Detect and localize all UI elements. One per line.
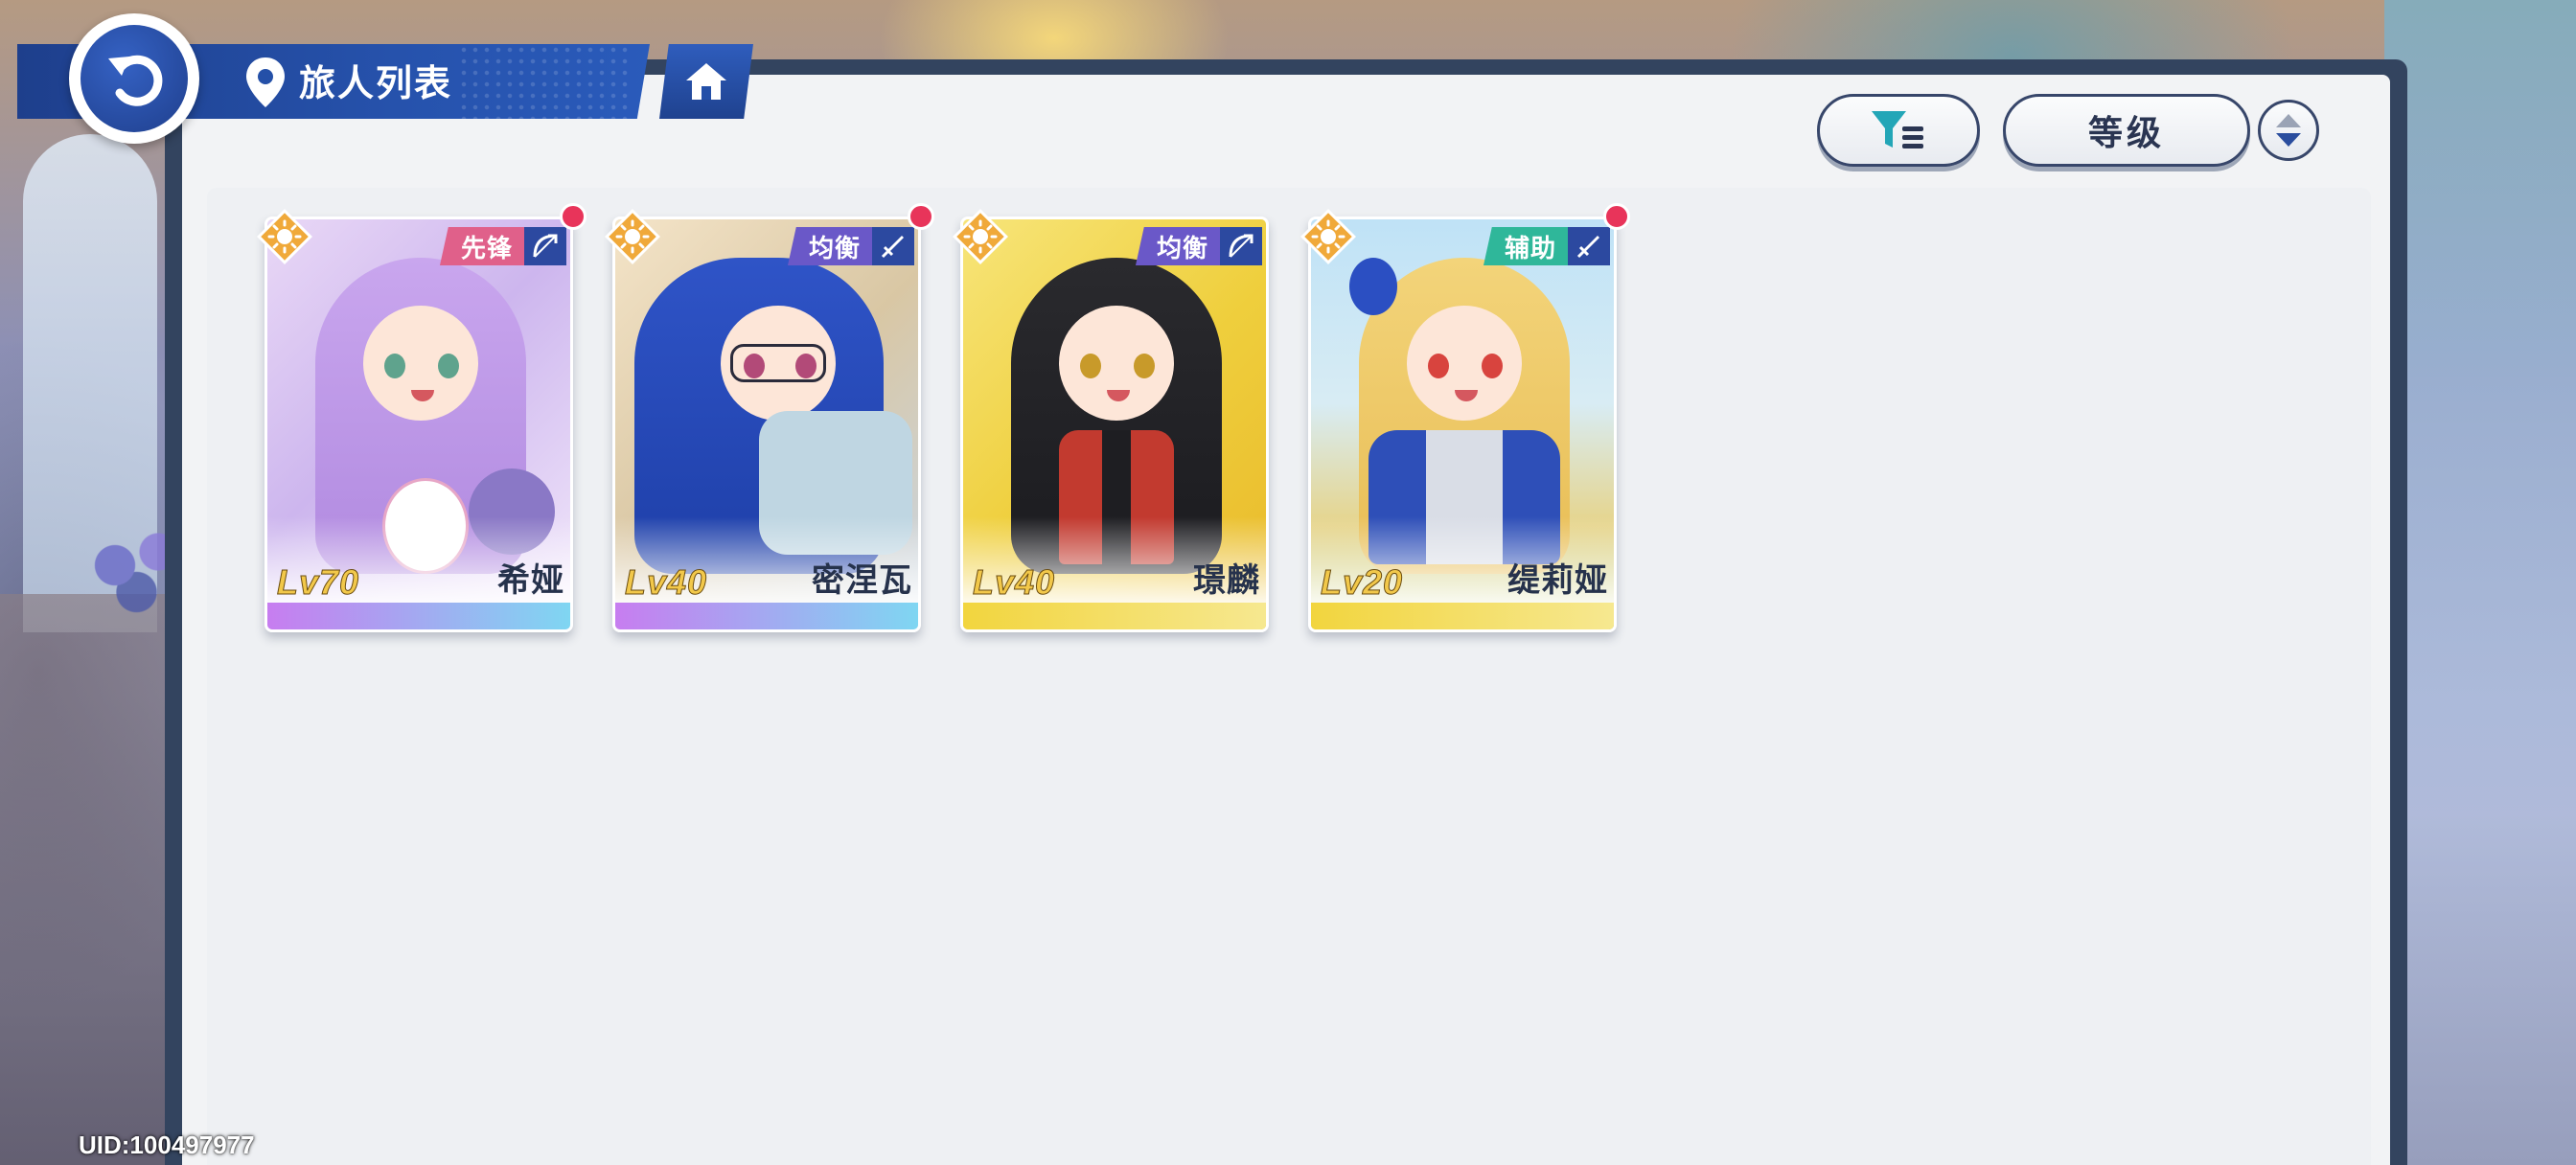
background-wall	[0, 594, 182, 1165]
character-name: 璟麟	[1193, 561, 1260, 600]
card-frame: Lv40 密涅瓦 均衡	[612, 217, 921, 632]
role-tag: 均衡	[1135, 227, 1220, 265]
sort-by-label: 等级	[2087, 114, 2165, 153]
character-level: Lv40	[972, 562, 1056, 603]
user-id-label: UID:100497977	[79, 1131, 255, 1159]
notification-dot	[560, 203, 586, 230]
sword-icon	[881, 236, 904, 259]
card-frame: Lv40 璟麟 均衡	[960, 217, 1269, 632]
sun-element-icon	[953, 209, 1008, 264]
filter-button[interactable]	[1817, 94, 1980, 167]
character-card[interactable]: Lv20 缇莉娅 辅助	[1300, 203, 1630, 632]
character-name: 希娅	[497, 561, 564, 600]
notification-dot	[1603, 203, 1630, 230]
character-level: Lv20	[1320, 562, 1404, 603]
sword-icon	[1576, 236, 1599, 259]
rarity-bar	[1311, 603, 1614, 629]
weapon-tag	[1220, 227, 1262, 265]
character-name: 密涅瓦	[812, 561, 912, 600]
page-title: 旅人列表	[299, 62, 453, 104]
sun-element-icon	[1300, 209, 1356, 264]
character-card[interactable]: Lv40 璟麟 均衡	[953, 209, 1269, 632]
home-button[interactable]	[659, 44, 753, 119]
bow-icon	[533, 234, 558, 258]
card-frame: Lv70 希娅 先锋	[264, 217, 573, 632]
character-card[interactable]: Lv40 密涅瓦 均衡	[605, 203, 934, 632]
sun-element-icon	[605, 209, 660, 264]
card-frame: Lv20 缇莉娅 辅助	[1308, 217, 1617, 632]
back-button[interactable]	[69, 13, 199, 144]
sort-order-toggle[interactable]	[2258, 100, 2319, 161]
home-icon	[686, 63, 726, 100]
character-level: Lv40	[624, 562, 708, 603]
weapon-tag	[1568, 227, 1610, 265]
bow-icon	[1229, 234, 1254, 258]
filter-icon	[1872, 111, 1923, 148]
background-right	[2384, 0, 2576, 1165]
rarity-bar	[267, 603, 570, 629]
sun-element-icon	[257, 209, 312, 264]
character-level: Lv70	[276, 562, 360, 603]
back-arrow-icon	[108, 55, 163, 106]
role-tag: 均衡	[787, 227, 872, 265]
weapon-tag	[524, 227, 566, 265]
sort-order-icon	[2276, 114, 2301, 147]
character-name: 缇莉娅	[1507, 561, 1608, 600]
rarity-bar	[615, 603, 918, 629]
weapon-tag	[872, 227, 914, 265]
role-tag: 先锋	[439, 227, 524, 265]
sort-by-button[interactable]: 等级	[2003, 94, 2250, 167]
rarity-bar	[963, 603, 1266, 629]
notification-dot	[908, 203, 934, 230]
role-tag: 辅助	[1483, 227, 1568, 265]
location-pin-icon	[246, 57, 285, 107]
character-card[interactable]: Lv70 希娅 先锋	[257, 203, 586, 632]
